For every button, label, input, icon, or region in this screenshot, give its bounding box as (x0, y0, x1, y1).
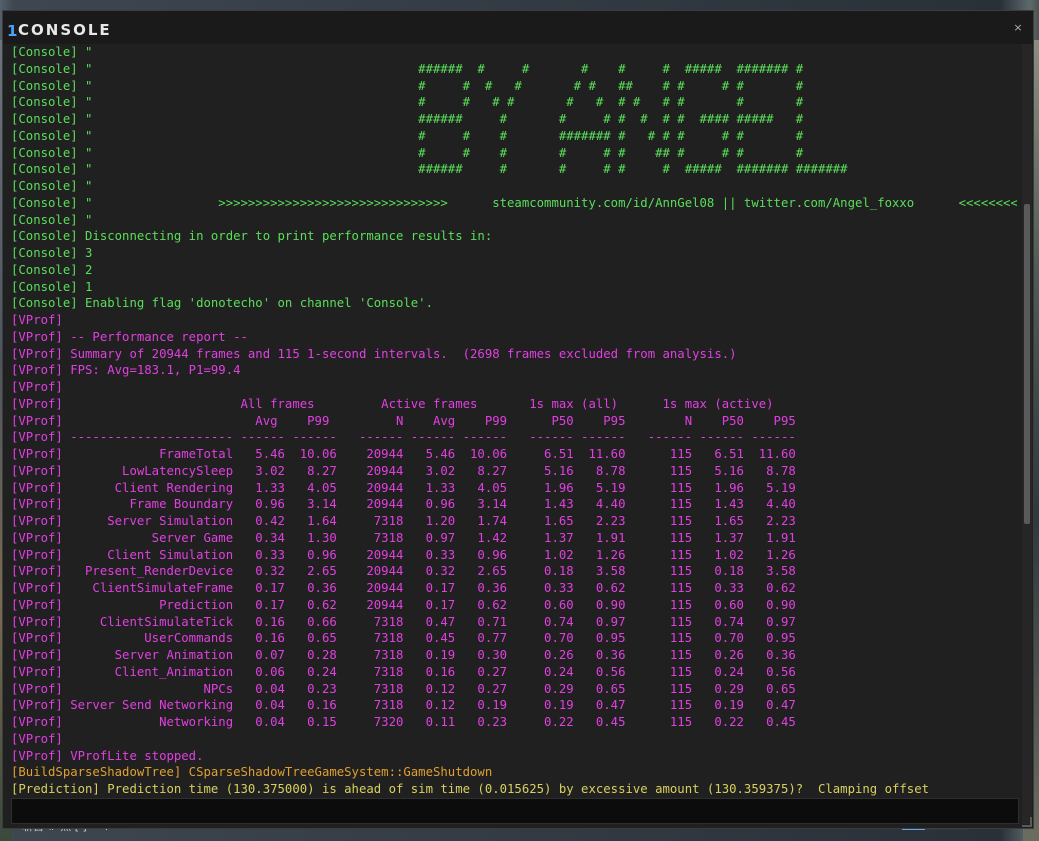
log-line: [Console] " ###### # # # # # ##### #####… (11, 162, 848, 177)
log-line: [Console] " (11, 212, 93, 227)
log-line: [VProf] Client_Animation 0.06 0.24 7318 … (11, 664, 796, 679)
log-line: [VProf] Server Game 0.34 1.30 7318 0.97 … (11, 530, 796, 545)
log-line: [Console] Enabling flag 'donotecho' on c… (11, 296, 433, 311)
log-line: [VProf] Present_RenderDevice 0.32 2.65 2… (11, 564, 796, 579)
log-line: [VProf] Server Animation 0.07 0.28 7318 … (11, 648, 796, 662)
log-line: [Console] " ###### # # # # # # # #### ##… (11, 112, 804, 126)
log-line: [VProf] VProfLite stopped. (11, 748, 204, 763)
console-window: 1 CONSOLE × [Console] " [Console] " #####… (2, 10, 1034, 829)
console-command-input[interactable] (12, 799, 1018, 823)
log-line: [VProf] Frame Boundary 0.96 3.14 20944 0… (11, 497, 796, 512)
log-line: [VProf] Client Simulation 0.33 0.96 2094… (11, 547, 796, 562)
log-line: [VProf] (11, 313, 63, 327)
console-titlebar[interactable]: 1 CONSOLE × (3, 11, 1033, 44)
title-badge: 1 (7, 22, 18, 40)
log-line: [VProf] Networking 0.04 0.15 7320 0.11 0… (11, 715, 796, 729)
log-line: [Console] 1 (11, 279, 93, 294)
log-line: [Console] " # # # # # # ## # # # # (11, 145, 804, 160)
console-input-row (11, 798, 1019, 824)
log-line: [VProf] Prediction 0.17 0.62 20944 0.17 … (11, 597, 796, 612)
log-scrollbar[interactable] (1022, 44, 1032, 824)
log-line: [VProf] ---------------------- ------ --… (11, 430, 796, 445)
log-line: [VProf] Client Rendering 1.33 4.05 20944… (11, 480, 796, 495)
log-line: [VProf] UserCommands 0.16 0.65 7318 0.45… (11, 631, 796, 646)
log-line: [Console] " (11, 45, 93, 59)
log-line: [VProf] Avg P99 N Avg P99 P50 P95 N P50 … (11, 413, 796, 428)
log-line: [Console] 2 (11, 262, 93, 277)
log-line: [VProf] NPCs 0.04 0.23 7318 0.12 0.27 0.… (11, 681, 796, 696)
log-line: [VProf] ClientSimulateTick 0.16 0.66 731… (11, 614, 796, 629)
log-line: [VProf] ClientSimulateFrame 0.17 0.36 20… (11, 581, 796, 595)
log-line: [Console] " # # # # # # ## # # # # # (11, 78, 804, 93)
log-line: [VProf] (11, 731, 63, 746)
log-line: [BuildSparseShadowTree] CSparseShadowTre… (11, 765, 493, 780)
log-line: [Console] Disconnecting in order to prin… (11, 229, 493, 244)
log-line: [VProf] All frames Active frames 1s max … (11, 396, 774, 411)
console-title: CONSOLE (18, 21, 112, 39)
resize-grip-icon[interactable] (1022, 817, 1032, 827)
log-line: [VProf] Server Simulation 0.42 1.64 7318… (11, 514, 796, 528)
log-line: [Console] " ###### # # # # # ##### #####… (11, 61, 804, 76)
close-icon[interactable]: × (1011, 21, 1025, 35)
log-line: [VProf] -- Performance report -- (11, 329, 248, 344)
log-line: [VProf] Server Send Networking 0.04 0.16… (11, 698, 796, 713)
log-line: [VProf] (11, 380, 63, 394)
log-line: [Prediction] Prediction time (130.375000… (11, 782, 930, 796)
log-line: [Console] " # # # # # # # # # # # # (11, 95, 804, 110)
log-line: [Console] " # # # ####### # # # # # # # (11, 128, 804, 143)
console-log-output[interactable]: [Console] " [Console] " ###### # # # # # … (11, 44, 1017, 796)
log-line: [VProf] LowLatencySleep 3.02 8.27 20944 … (11, 463, 796, 478)
log-line: [VProf] FPS: Avg=183.1, P1=99.4 (11, 363, 241, 378)
log-line: [Console] " (11, 179, 93, 193)
log-line: [VProf] FrameTotal 5.46 10.06 20944 5.46… (11, 447, 796, 461)
log-line: [Console] 3 (11, 246, 93, 260)
scrollbar-thumb[interactable] (1024, 204, 1030, 524)
log-line: [Console] " >>>>>>>>>>>>>>>>>>>>>>>>>>>>… (11, 195, 1017, 210)
log-line: [VProf] Summary of 20944 frames and 115 … (11, 346, 737, 361)
